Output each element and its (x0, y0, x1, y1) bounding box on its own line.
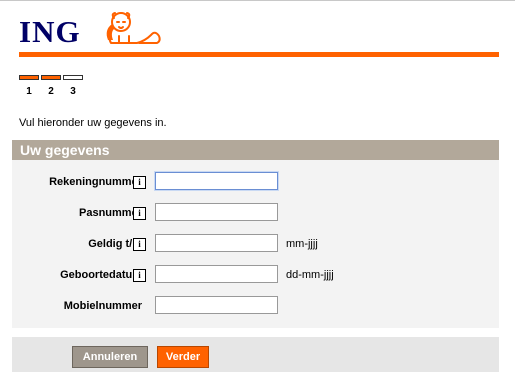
geboortedatum-label: Geboortedatum (60, 269, 142, 281)
lion-logo-icon (106, 12, 161, 44)
info-icon[interactable]: i (133, 238, 146, 251)
geldig-format-hint: mm-jjjj (286, 238, 318, 250)
mobielnummer-label: Mobielnummer (63, 300, 142, 312)
step-number-2: 2 (48, 86, 54, 97)
brand-divider (19, 52, 499, 57)
next-button[interactable]: Verder (157, 346, 209, 368)
top-divider (0, 0, 515, 1)
pasnummer-row: Pasnummer i (12, 203, 499, 225)
geldig-input[interactable] (155, 234, 278, 252)
panel-title: Uw gegevens (12, 140, 499, 160)
ing-wordmark: ING (19, 14, 81, 49)
geboortedatum-format-hint: dd-mm-jjjj (286, 269, 334, 281)
step-segment-3 (63, 75, 83, 80)
cancel-button[interactable]: Annuleren (72, 346, 148, 368)
geboortedatum-row: Geboortedatum i dd-mm-jjjj (12, 265, 499, 287)
pasnummer-input[interactable] (155, 203, 278, 221)
form-actions: Annuleren Verder (12, 337, 499, 372)
info-icon[interactable]: i (133, 176, 146, 189)
step-segment-1 (19, 75, 39, 80)
rekeningnummer-row: Rekeningnummer i (12, 172, 499, 194)
mobielnummer-input[interactable] (155, 296, 278, 314)
info-icon[interactable]: i (133, 269, 146, 282)
rekeningnummer-input[interactable] (155, 172, 278, 190)
step-segment-2 (41, 75, 61, 80)
info-icon[interactable]: i (133, 207, 146, 220)
intro-text: Vul hieronder uw gegevens in. (19, 117, 167, 129)
step-indicator: 1 2 3 (19, 75, 85, 99)
step-number-1: 1 (26, 86, 32, 97)
step-number-3: 3 (70, 86, 76, 97)
rekeningnummer-label: Rekeningnummer (49, 176, 142, 188)
mobielnummer-row: Mobielnummer (12, 296, 499, 318)
geboortedatum-input[interactable] (155, 265, 278, 283)
details-form: Rekeningnummer i Pasnummer i Geldig t/m … (12, 160, 499, 328)
geldig-row: Geldig t/m i mm-jjjj (12, 234, 499, 256)
